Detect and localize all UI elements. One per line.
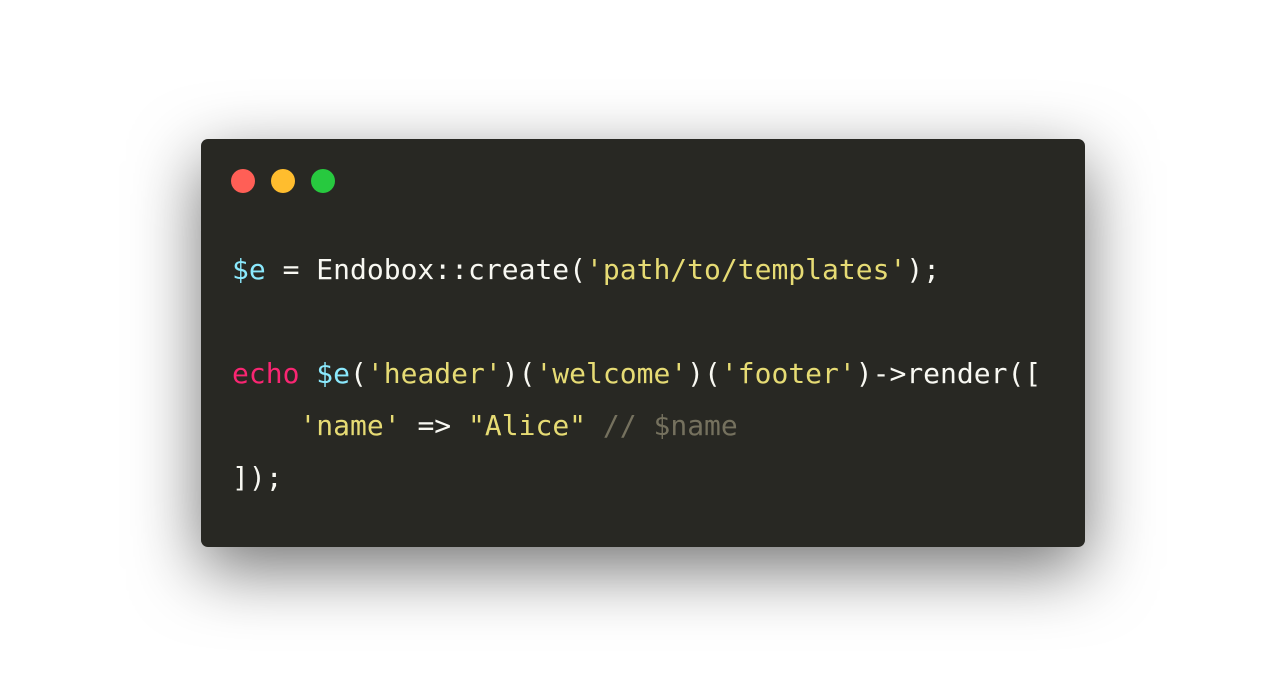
code-line: 'name' => "Alice" // $name xyxy=(232,400,1041,452)
code-token: echo xyxy=(232,357,300,390)
code-token: 'footer' xyxy=(720,357,856,390)
code-token: )( xyxy=(501,357,536,390)
code-line: ]); xyxy=(232,452,1041,504)
code-token: "Alice" xyxy=(468,409,587,442)
code-line: $e = Endobox::create('path/to/templates'… xyxy=(232,244,1041,296)
code-token: 'name' xyxy=(299,409,401,442)
code-block: $e = Endobox::create('path/to/templates'… xyxy=(232,244,1041,504)
code-token: )( xyxy=(687,357,721,390)
code-token: ); xyxy=(906,253,941,286)
code-token: 'path/to/templates' xyxy=(586,253,907,286)
code-token: ( xyxy=(350,357,367,390)
page-canvas: $e = Endobox::create('path/to/templates'… xyxy=(0,0,1286,686)
code-token: => xyxy=(400,409,469,442)
window-controls xyxy=(231,169,351,193)
code-token: ]); xyxy=(232,461,283,494)
code-token: )->render([ xyxy=(855,357,1042,390)
code-token: 'welcome' xyxy=(535,357,688,390)
code-token: = Endobox::create( xyxy=(265,253,587,286)
code-window: $e = Endobox::create('path/to/templates'… xyxy=(201,139,1085,547)
code-token: // $name xyxy=(602,409,738,442)
code-token: 'header' xyxy=(366,357,502,390)
code-line: echo $e('header')('welcome')('footer')->… xyxy=(232,348,1041,400)
close-button[interactable] xyxy=(231,169,255,193)
code-token: $e xyxy=(316,357,351,390)
maximize-button[interactable] xyxy=(311,169,335,193)
code-token: $e xyxy=(232,253,266,286)
minimize-button[interactable] xyxy=(271,169,295,193)
